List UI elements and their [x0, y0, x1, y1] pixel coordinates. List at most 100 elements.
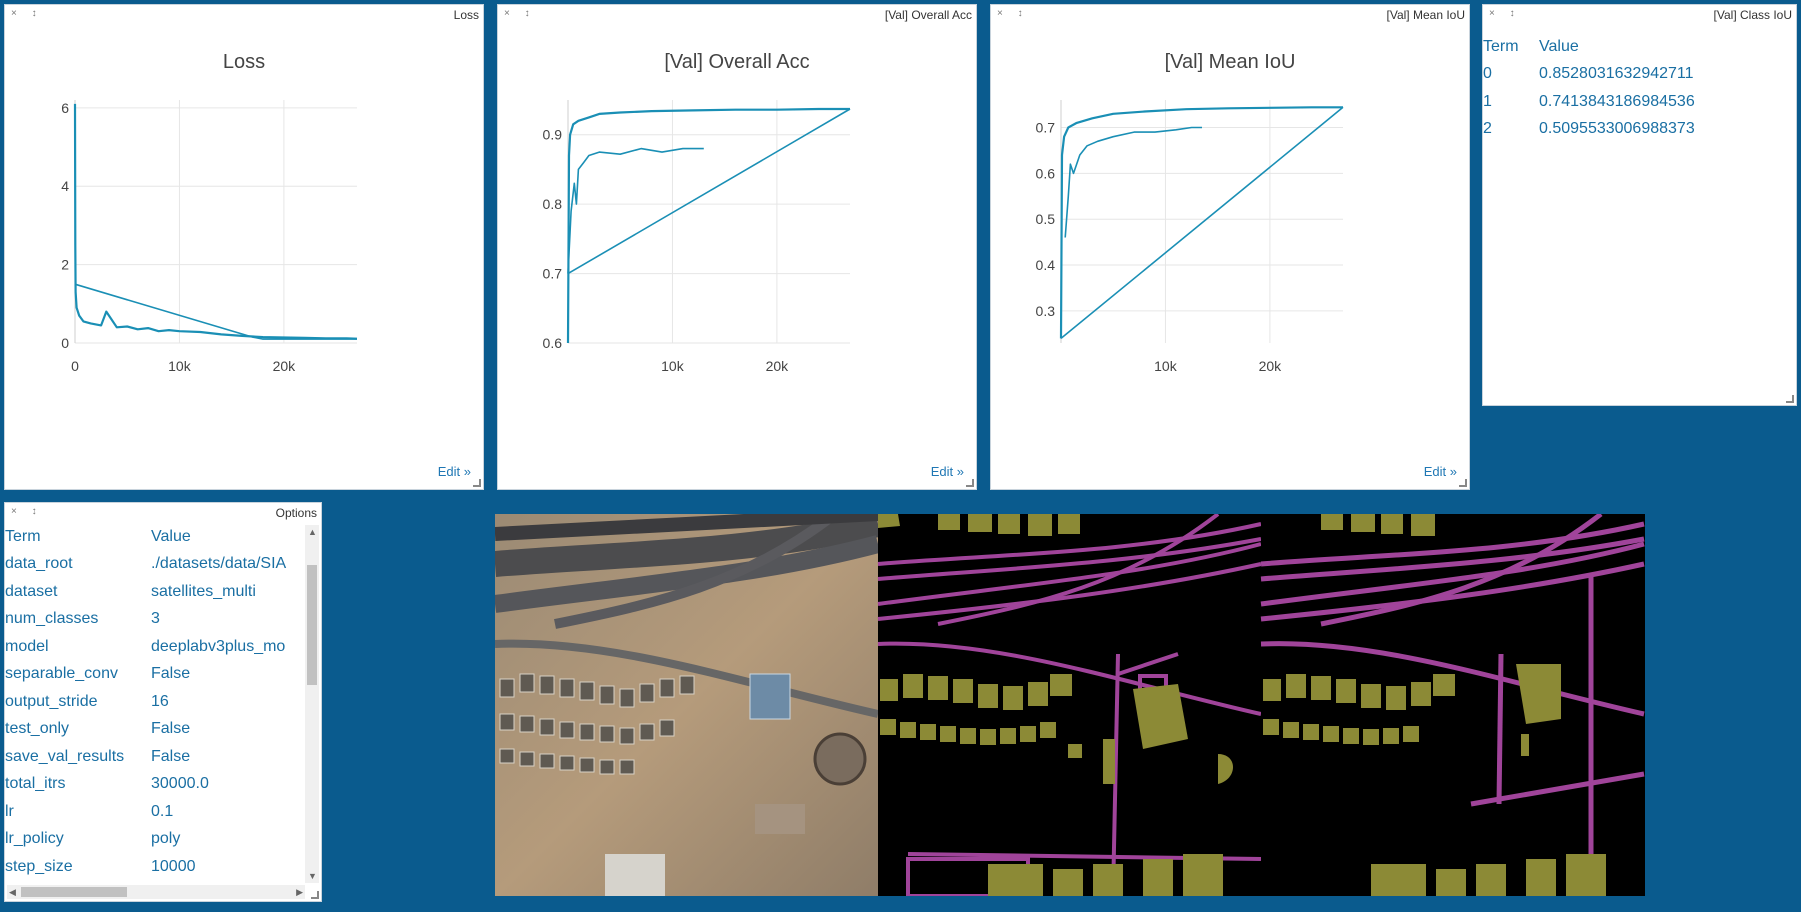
cell-value: 0.8528031632942711	[1539, 65, 1694, 83]
header-value: Value	[1539, 37, 1579, 55]
resize-grip-icon[interactable]	[1459, 479, 1467, 487]
table-header: Term Value	[1483, 33, 1695, 61]
y-tick-label: 0.3	[1036, 303, 1056, 319]
series-line	[567, 108, 851, 275]
class-iou-pane: × ↕ [Val] Class IoU Term Value 0 0.85280…	[1482, 4, 1797, 406]
series-line	[566, 107, 850, 344]
y-tick-label: 0.8	[543, 196, 563, 212]
cell-value: 0.5095533006988373	[1539, 120, 1695, 138]
options-table-viewport[interactable]: Term Value data_root ./datasets/data/SIA d…	[5, 523, 305, 883]
y-tick-label: 2	[61, 257, 69, 273]
x-tick-label: 20k	[273, 358, 297, 374]
series-line	[74, 283, 357, 340]
cell-value: False	[151, 665, 191, 683]
cell-value: False	[151, 747, 191, 765]
mean-iou-chart: 10k 20k 0.3 0.4 0.5 0.6 0.7	[1036, 100, 1344, 374]
table-row: 2 0.5095533006988373	[1483, 116, 1695, 144]
series-line	[1064, 126, 1202, 238]
overall-acc-pane: × ↕ [Val] Overall Acc [Val] Overall Acc …	[497, 4, 977, 490]
cell-term: model	[5, 637, 49, 655]
loss-chart: 0 10k 20k 0 2 4 6	[61, 100, 358, 374]
table-row: test_only False	[5, 716, 286, 744]
y-tick-label: 0.6	[1036, 165, 1056, 181]
cell-value: 3	[151, 610, 160, 628]
scrollbar-thumb[interactable]	[307, 565, 317, 685]
x-tick-label: 20k	[766, 358, 790, 374]
cell-value: poly	[151, 830, 181, 848]
y-tick-label: 0.5	[1036, 211, 1056, 227]
scroll-up-icon[interactable]: ▲	[308, 527, 317, 537]
resize-grip-icon[interactable]	[473, 479, 481, 487]
table-row: separable_conv False	[5, 661, 286, 689]
close-icon[interactable]: × ↕	[11, 506, 43, 517]
cell-value: 30000.0	[151, 775, 209, 793]
overall-acc-chart: 10k 20k 0.6 0.7 0.8 0.9	[543, 100, 851, 374]
scrollbar-thumb[interactable]	[21, 887, 127, 897]
cell-term: num_classes	[5, 610, 99, 628]
cell-term: test_only	[5, 720, 70, 738]
y-tick-label: 0.4	[1036, 257, 1056, 273]
x-tick-label: 10k	[661, 358, 685, 374]
cell-term: 2	[1483, 120, 1492, 138]
pane-titlebar[interactable]: × ↕ Options	[5, 503, 321, 521]
table-row: step_size 10000	[5, 853, 286, 881]
pane-titlebar[interactable]: × ↕ [Val] Class IoU	[1483, 5, 1796, 23]
vertical-scrollbar[interactable]: ▲ ▼	[305, 525, 319, 883]
cell-value: satellites_multi	[151, 582, 256, 600]
table-row: 1 0.7413843186984536	[1483, 88, 1695, 116]
x-tick-label: 0	[71, 358, 79, 374]
header-term: Term	[1483, 37, 1519, 55]
table-row: lr_policy poly	[5, 826, 286, 854]
table-header: Term Value	[5, 523, 286, 551]
table-row: data_root ./datasets/data/SIA	[5, 551, 286, 579]
x-tick-label: 20k	[1259, 358, 1283, 374]
close-icon[interactable]: × ↕	[1489, 8, 1521, 19]
cell-value: False	[151, 720, 191, 738]
ground-truth-mask	[877, 514, 1262, 896]
resize-grip-icon[interactable]	[1786, 395, 1794, 403]
mean-iou-pane: × ↕ [Val] Mean IoU [Val] Mean IoU 10k 20k…	[990, 4, 1470, 490]
scroll-left-icon[interactable]: ◀	[9, 887, 16, 898]
cell-value: ./datasets/data/SIA	[151, 555, 287, 573]
cell-value: 16	[151, 692, 169, 710]
series-line	[1060, 106, 1344, 340]
header-term: Term	[5, 527, 41, 545]
cell-value: deeplabv3plus_mo	[151, 637, 286, 655]
edit-link[interactable]: Edit »	[931, 464, 964, 479]
cell-term: dataset	[5, 582, 58, 600]
segmentation-image-panel	[495, 514, 1645, 896]
y-tick-label: 0	[61, 335, 69, 351]
cell-term: step_size	[5, 857, 73, 875]
cell-term: total_itrs	[5, 775, 66, 793]
cell-term: lr_policy	[5, 830, 64, 848]
scroll-down-icon[interactable]: ▼	[308, 871, 317, 881]
cell-value: 0.1	[151, 802, 174, 820]
satellite-image	[495, 514, 881, 896]
class-iou-table: Term Value 0 0.8528031632942711 1 0.7413…	[1483, 33, 1695, 143]
table-row: output_stride 16	[5, 688, 286, 716]
cell-term: 1	[1483, 92, 1492, 110]
cell-term: 0	[1483, 65, 1492, 83]
table-row: total_itrs 30000.0	[5, 771, 286, 799]
options-table: Term Value data_root ./datasets/data/SIA d…	[5, 523, 286, 881]
cell-term: output_stride	[5, 692, 98, 710]
table-row: lr 0.1	[5, 798, 286, 826]
edit-link[interactable]: Edit »	[1424, 464, 1457, 479]
table-row: dataset satellites_multi	[5, 578, 286, 606]
horizontal-scrollbar[interactable]: ◀ ▶	[7, 885, 305, 899]
resize-grip-icon[interactable]	[311, 891, 319, 899]
segmentation-images	[495, 514, 1645, 896]
cell-term: save_val_results	[5, 747, 125, 765]
y-tick-label: 0.9	[543, 127, 563, 143]
scroll-right-icon[interactable]: ▶	[296, 887, 303, 898]
cell-value: 10000	[151, 857, 196, 875]
series-line	[73, 103, 358, 340]
cell-term: lr	[5, 802, 14, 820]
resize-grip-icon[interactable]	[966, 479, 974, 487]
header-value: Value	[151, 527, 191, 545]
y-tick-label: 6	[61, 100, 69, 116]
table-row: save_val_results False	[5, 743, 286, 771]
edit-link[interactable]: Edit »	[438, 464, 471, 479]
pane-window-title: [Val] Class IoU	[1713, 8, 1792, 22]
cell-term: data_root	[5, 555, 73, 573]
